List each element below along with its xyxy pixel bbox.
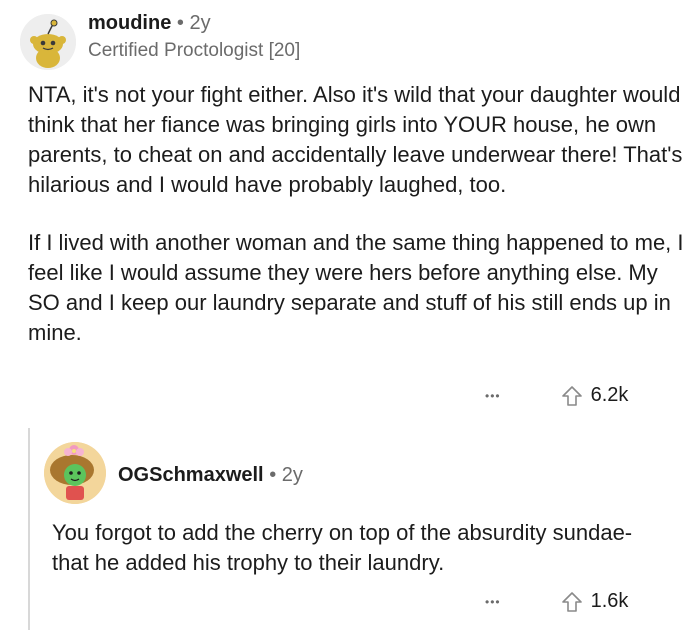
upvote-button[interactable]: 1.6k	[561, 590, 629, 613]
comment-author[interactable]: OGSchmaxwell • 2y	[118, 464, 303, 487]
comment-age: 2y	[281, 464, 303, 486]
comment-paragraph: You forgot to add the cherry on top of t…	[52, 520, 633, 575]
more-options-icon[interactable]: •••	[485, 595, 501, 609]
comment-body: You forgot to add the cherry on top of t…	[52, 518, 672, 578]
vote-count: 6.2k	[590, 384, 629, 406]
vote-count: 1.6k	[590, 590, 629, 612]
more-options-icon[interactable]: •••	[485, 389, 501, 403]
character-avatar-icon	[44, 442, 106, 504]
comment-actions: ••• 6.2k	[485, 384, 628, 407]
comment-age: 2y	[189, 12, 211, 34]
comment-paragraph: NTA, it's not your fight either. Also it…	[28, 82, 683, 197]
user-flair: Certified Proctologist [20]	[88, 40, 301, 61]
comment-body: NTA, it's not your fight either. Also it…	[28, 80, 688, 348]
upvote-arrow-icon[interactable]	[561, 591, 583, 613]
avatar[interactable]	[20, 14, 76, 70]
comment-moudine: moudine • 2y Certified Proctologist [20]…	[0, 0, 700, 420]
author-name[interactable]: moudine	[88, 12, 171, 34]
comment-ogschmaxwell: OGSchmaxwell • 2y You forgot to add the …	[0, 420, 700, 630]
avatar[interactable]	[44, 442, 106, 504]
upvote-arrow-icon[interactable]	[561, 385, 583, 407]
comment-author[interactable]: moudine • 2y	[88, 12, 211, 35]
comment-paragraph: If I lived with another woman and the sa…	[28, 230, 684, 345]
author-name[interactable]: OGSchmaxwell	[118, 464, 264, 486]
upvote-button[interactable]: 6.2k	[561, 384, 629, 407]
comment-actions: ••• 1.6k	[485, 590, 628, 613]
snoo-avatar-icon	[20, 14, 76, 70]
separator-dot: •	[176, 12, 184, 34]
separator-dot: •	[269, 464, 277, 486]
